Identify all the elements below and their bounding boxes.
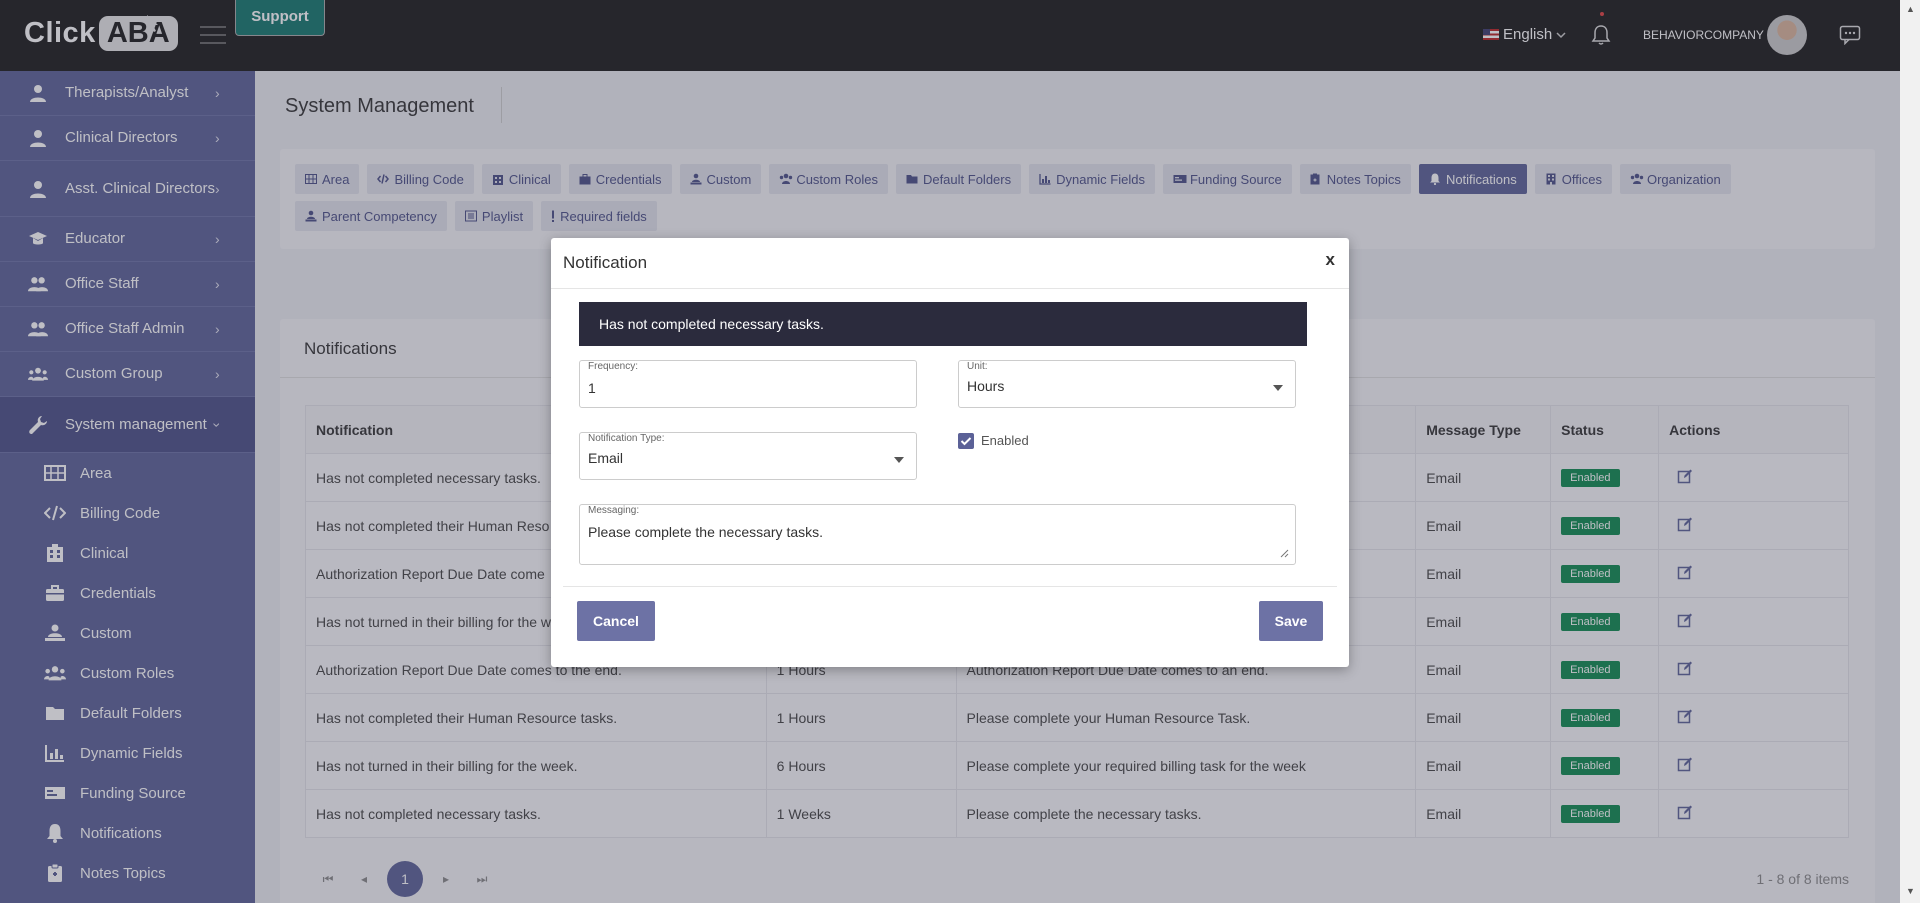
unit-value: Hours xyxy=(967,378,1005,394)
modal-title: Notification xyxy=(563,253,648,272)
scroll-down-arrow-icon[interactable]: ▼ xyxy=(1906,886,1915,896)
notification-modal: Notification x Has not completed necessa… xyxy=(551,238,1349,667)
chevron-down-icon xyxy=(1273,385,1283,391)
cancel-button[interactable]: Cancel xyxy=(577,601,655,641)
unit-select[interactable]: Unit: Hours xyxy=(958,360,1296,408)
frequency-label: Frequency: xyxy=(588,361,639,372)
frequency-field[interactable]: Frequency: 1 xyxy=(579,360,917,408)
chevron-down-icon xyxy=(894,457,904,463)
notification-type-select[interactable]: Notification Type: Email xyxy=(579,432,917,480)
frequency-value: 1 xyxy=(588,380,596,396)
notification-banner: Has not completed necessary tasks. xyxy=(579,302,1307,346)
check-icon xyxy=(960,437,972,446)
enabled-checkbox[interactable] xyxy=(958,433,974,449)
notification-type-label: Notification Type: xyxy=(588,433,665,444)
divider xyxy=(551,288,1349,289)
close-button[interactable]: x xyxy=(1326,250,1335,270)
divider xyxy=(563,586,1337,587)
scroll-up-arrow-icon[interactable]: ▲ xyxy=(1906,4,1915,14)
messaging-value: Please complete the necessary tasks. xyxy=(588,524,824,540)
messaging-label: Messaging: xyxy=(588,505,640,516)
page-scrollbar[interactable]: ▲ ▼ xyxy=(1900,0,1920,903)
unit-label: Unit: xyxy=(967,361,988,372)
enabled-label[interactable]: Enabled xyxy=(981,433,1029,448)
messaging-textarea[interactable]: Messaging: Please complete the necessary… xyxy=(579,504,1296,565)
notification-type-value: Email xyxy=(588,450,624,466)
save-button[interactable]: Save xyxy=(1259,601,1323,641)
resize-handle-icon[interactable] xyxy=(1279,548,1289,558)
